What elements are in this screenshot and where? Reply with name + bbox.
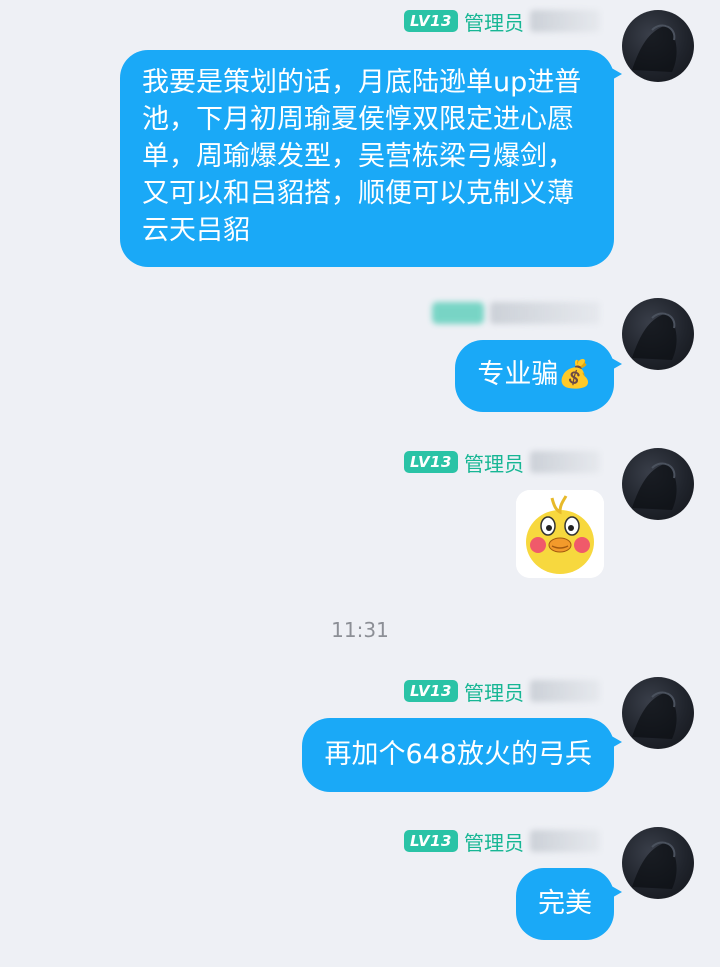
sender-tag-row: LV13 管理员 <box>404 8 600 35</box>
avatar[interactable] <box>622 827 694 899</box>
blurred-username <box>490 302 600 324</box>
blurred-username <box>530 451 600 473</box>
sender-tag-row: LV13 管理员 <box>404 678 600 705</box>
timestamp: 11:31 <box>331 618 389 642</box>
role-label: 管理员 <box>464 830 524 855</box>
message-text: 再加个648放火的弓兵 <box>324 739 592 770</box>
avatar[interactable] <box>622 10 694 82</box>
role-label: 管理员 <box>464 451 524 476</box>
level-badge: LV13 <box>404 451 458 473</box>
level-badge-blurred <box>432 302 484 324</box>
level-badge: LV13 <box>404 680 458 702</box>
message-bubble[interactable]: 再加个648放火的弓兵 <box>302 718 622 792</box>
avatar[interactable] <box>622 448 694 520</box>
role-label: 管理员 <box>464 680 524 705</box>
money-bag-icon: 💰 <box>558 359 592 390</box>
message-bubble[interactable]: 专业骗💰 <box>455 340 622 412</box>
blurred-username <box>530 10 600 32</box>
message-text: 我要是策划的话，月底陆逊单up进普池，下月初周瑜夏侯惇双限定进心愿单，周瑜爆发型… <box>142 67 582 246</box>
level-badge: LV13 <box>404 830 458 852</box>
sender-tag-row <box>432 300 600 326</box>
role-label: 管理员 <box>464 10 524 35</box>
level-badge: LV13 <box>404 10 458 32</box>
blurred-username <box>530 830 600 852</box>
sender-tag-row: LV13 管理员 <box>404 828 600 855</box>
sender-tag-row: LV13 管理员 <box>404 449 600 476</box>
blurred-username <box>530 680 600 702</box>
avatar[interactable] <box>622 677 694 749</box>
yellow-duck-sticker[interactable] <box>516 490 604 578</box>
message-text: 完美 <box>538 888 592 919</box>
avatar[interactable] <box>622 298 694 370</box>
message-bubble[interactable]: 完美 <box>516 868 622 940</box>
message-bubble[interactable]: 我要是策划的话，月底陆逊单up进普池，下月初周瑜夏侯惇双限定进心愿单，周瑜爆发型… <box>120 50 622 267</box>
message-text: 专业骗 <box>477 359 559 390</box>
